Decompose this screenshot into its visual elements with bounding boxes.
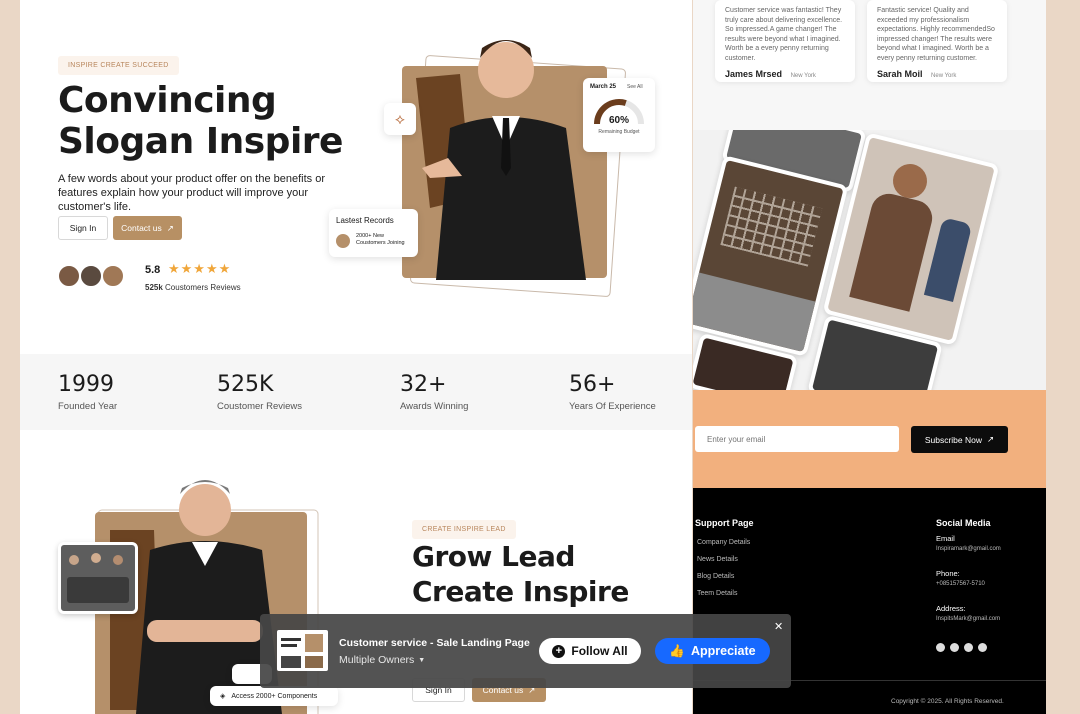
budget-see-all-link[interactable]: See All: [627, 84, 643, 90]
stat-value: 525K: [217, 372, 274, 397]
spark-logo-icon: ⟡: [395, 110, 405, 128]
latest-records-card: Lastest Records 2000+ New Coustomers Joi…: [329, 209, 418, 257]
stat-reviews: 525K Coustomer Reviews: [217, 372, 302, 412]
subscribe-button[interactable]: Subscribe Now ↗: [911, 426, 1008, 453]
footer-link-company[interactable]: Company Details: [697, 539, 750, 546]
reviewer-name-text: James Mrsed: [725, 69, 783, 79]
avatar: [57, 264, 81, 288]
email-value: Inspiramark@gmail.com: [936, 546, 1001, 552]
review-text: Fantastic service! Quality and exceeded …: [877, 7, 995, 62]
follow-all-label: Follow All: [571, 644, 628, 658]
budget-card: March 25 See All 60% Remaining Budget: [583, 78, 655, 152]
email-input[interactable]: [695, 426, 899, 452]
budget-percent: 60%: [608, 115, 629, 126]
records-label: Coustomers Joining: [356, 240, 405, 246]
components-label: Access 2000+ Components: [231, 692, 318, 700]
appreciate-label: Appreciate: [690, 644, 756, 658]
rating-value: 5.8: [145, 264, 161, 276]
stat-founded: 1999 Founded Year: [58, 372, 117, 412]
support-heading: Support Page: [695, 518, 754, 528]
owners-dropdown[interactable]: Multiple Owners ▼: [339, 654, 425, 666]
logo-badge: ⟡: [384, 103, 416, 135]
layers-icon: ◈: [220, 693, 226, 700]
stat-awards: 32+ Awards Winning: [400, 372, 468, 412]
stat-label: Years Of Experience: [569, 401, 656, 412]
subscribe-band: Subscribe Now ↗: [693, 390, 1046, 488]
thumbs-up-icon: 👍: [669, 643, 685, 658]
close-icon[interactable]: ✕: [774, 620, 783, 633]
project-title[interactable]: Customer service - Sale Landing Page: [339, 637, 530, 649]
reviewer-location: New York: [931, 73, 957, 79]
owners-label: Multiple Owners: [339, 654, 415, 666]
flickr-icon[interactable]: [950, 643, 959, 652]
follow-all-button[interactable]: + Follow All: [539, 638, 641, 664]
reviewer-name: James Mrsed New York: [725, 69, 845, 79]
landing-page-preview: INSPIRE CREATE SUCCEED Convincing Slogan…: [20, 0, 692, 714]
arrow-up-right-icon: ↗: [987, 434, 995, 444]
reviews-count: 525k: [145, 283, 163, 292]
review-text: Customer service was fantastic! They tru…: [725, 7, 843, 62]
records-count: 2000+ New: [356, 233, 384, 239]
avatar: [79, 264, 103, 288]
reviews-summary: 525k Coustomers Reviews: [145, 283, 241, 292]
hero-signin-button[interactable]: Sign In: [58, 216, 108, 240]
reviewer-name: Sarah Moil New York: [877, 69, 997, 79]
stat-experience: 56+ Years Of Experience: [569, 372, 656, 412]
records-title: Lastest Records: [336, 216, 394, 225]
stat-value: 1999: [58, 372, 114, 397]
photo-gallery: [693, 130, 1046, 390]
dribbble-icon[interactable]: [964, 643, 973, 652]
phone-value: +085157567-5710: [936, 581, 985, 587]
review-card: Fantastic service! Quality and exceeded …: [867, 0, 1007, 82]
team-photo-thumbnail: [58, 542, 138, 614]
reviews-label: Coustomers Reviews: [165, 283, 241, 292]
budget-label: Remaining Budget: [598, 129, 640, 135]
stat-label: Coustomer Reviews: [217, 401, 302, 412]
hero-description: A few words about your product offer on …: [58, 173, 326, 213]
second-tag: CREATE INSPIRE LEAD: [412, 520, 516, 539]
second-title-line1: Grow Lead: [412, 540, 575, 573]
records-summary: 2000+ New Coustomers Joining: [356, 233, 405, 247]
appreciate-button[interactable]: 👍 Appreciate: [655, 638, 770, 664]
footer-link-news[interactable]: News Details: [697, 556, 738, 563]
project-thumbnail[interactable]: [277, 630, 328, 671]
social-heading: Social Media: [936, 518, 991, 528]
social-icons: [936, 643, 987, 652]
avatar: [336, 234, 350, 248]
review-card: Customer service was fantastic! They tru…: [715, 0, 855, 82]
stat-label: Awards Winning: [400, 401, 469, 412]
reviewer-avatars: [57, 264, 125, 288]
address-label: Address:: [936, 604, 966, 613]
project-info-bar: Customer service - Sale Landing Page Mul…: [260, 614, 791, 688]
arrow-up-right-icon: ↗: [166, 222, 174, 233]
hero-contact-label: Contact us: [121, 223, 162, 233]
address-value: InspitsMark@gmail.com: [936, 616, 1001, 622]
reviewer-location: New York: [790, 73, 816, 79]
second-title-line2: Create Inspire: [412, 575, 629, 608]
hero-title-line2: Slogan Inspire: [58, 121, 343, 162]
stat-label: Founded Year: [58, 401, 118, 412]
avatar: [101, 264, 125, 288]
subscribe-label: Subscribe Now: [924, 434, 983, 445]
email-label: Email: [936, 534, 955, 543]
budget-date: March 25: [590, 84, 617, 90]
star-rating-icon: ★★★★★: [168, 261, 232, 276]
stats-band: 1999 Founded Year 525K Coustomer Reviews…: [20, 354, 692, 430]
copyright: Copyright © 2025. All Rights Reserved.: [891, 698, 1004, 705]
phone-label: Phone:: [936, 569, 960, 578]
plus-icon: +: [552, 644, 566, 658]
hero-tag: INSPIRE CREATE SUCCEED: [58, 56, 179, 75]
stat-value: 56+: [569, 372, 616, 397]
footer-link-team[interactable]: Teem Details: [697, 590, 737, 597]
reviewer-name-text: Sarah Moil: [877, 69, 923, 79]
footer-link-blog[interactable]: Blog Details: [697, 573, 734, 580]
chevron-down-icon: ▼: [418, 656, 426, 664]
hero-title-line1: Convincing: [58, 80, 277, 121]
components-card: ◈ Access 2000+ Components: [210, 686, 338, 706]
landing-page-right-preview: Customer service was fantastic! They tru…: [693, 0, 1046, 714]
stat-value: 32+: [400, 372, 447, 397]
twitter-icon[interactable]: [978, 643, 987, 652]
hero-contact-button[interactable]: Contact us ↗: [113, 216, 182, 240]
instagram-icon[interactable]: [936, 643, 945, 652]
